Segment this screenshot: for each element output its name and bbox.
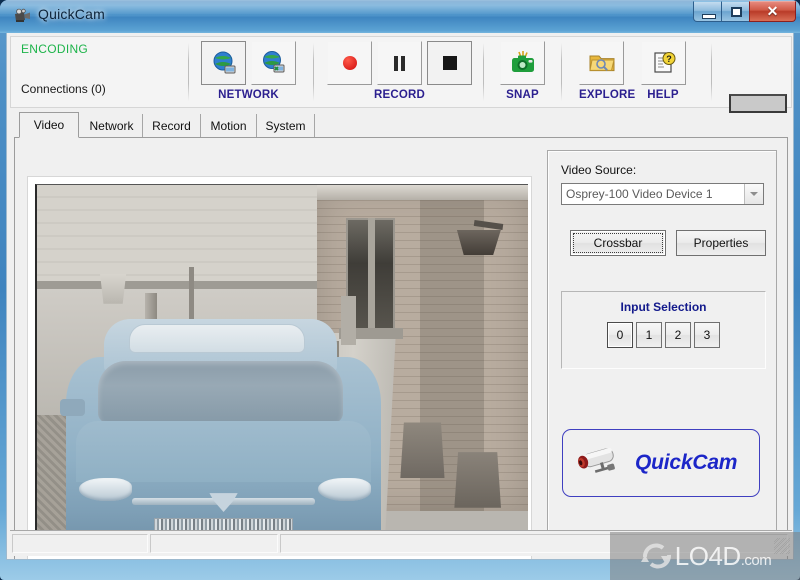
stop-button[interactable] xyxy=(427,41,472,85)
toolbar-group-explore: ? EXPLORE HELP xyxy=(579,41,687,101)
video-source-value: Osprey-100 Video Device 1 xyxy=(566,187,713,201)
tab-network[interactable]: Network xyxy=(81,114,143,138)
camera-icon xyxy=(511,51,534,72)
toolbar-group-snap: SNAP xyxy=(500,41,545,101)
help-document-icon: ? xyxy=(653,52,675,73)
toolbar-label-help: HELP xyxy=(647,89,679,101)
toolbar-separator xyxy=(561,43,562,101)
toolbar-label-record: RECORD xyxy=(373,89,426,101)
video-options-panel: Video Source: Osprey-100 Video Device 1 … xyxy=(547,150,777,546)
toolbar-separator xyxy=(483,43,484,101)
video-preview[interactable] xyxy=(35,184,528,556)
titlebar-glass-highlight xyxy=(0,0,800,14)
network-connect-button[interactable] xyxy=(201,41,246,85)
encoding-status-label: ENCODING xyxy=(21,42,89,56)
status-cell-3 xyxy=(280,534,788,553)
tab-system[interactable]: System xyxy=(257,114,315,138)
properties-button-label: Properties xyxy=(693,236,749,250)
car-in-view xyxy=(60,318,381,556)
application-window: QuickCam ✕ ENCODING Connections (0) NETW… xyxy=(0,0,800,580)
video-tab-panel: Video Source: Osprey-100 Video Device 1 … xyxy=(14,138,788,559)
tab-video[interactable]: Video xyxy=(19,112,79,138)
video-source-select[interactable]: Osprey-100 Video Device 1 xyxy=(561,183,764,205)
record-dot-icon xyxy=(342,56,357,70)
toolbar-label-network: NETWORK xyxy=(218,89,279,101)
input-selection-buttons: 0 1 2 3 xyxy=(562,322,765,348)
folder-icon xyxy=(588,55,615,72)
window-controls: ✕ xyxy=(693,1,796,23)
video-preview-frame xyxy=(28,177,531,559)
pause-button[interactable] xyxy=(377,41,422,85)
input-selection-title: Input Selection xyxy=(620,300,707,314)
input-selection-group: Input Selection 0 1 2 3 xyxy=(561,291,766,369)
maximize-icon xyxy=(731,7,742,17)
toolbar: ENCODING Connections (0) NETWORK RECORD … xyxy=(10,36,792,113)
explore-button[interactable] xyxy=(579,41,624,85)
snap-button[interactable] xyxy=(500,41,545,85)
toolbar-separator xyxy=(188,43,189,101)
stop-square-icon xyxy=(442,56,457,70)
status-cell-2 xyxy=(150,534,278,553)
title-bar[interactable]: QuickCam ✕ xyxy=(0,0,800,33)
toolbar-separator xyxy=(313,43,314,101)
record-button[interactable] xyxy=(327,41,372,85)
blank-toolbar-button[interactable] xyxy=(729,94,787,113)
pause-bars-icon xyxy=(394,55,405,71)
close-icon: ✕ xyxy=(766,3,779,19)
camcorder-icon xyxy=(14,8,32,25)
toolbar-status-block: ENCODING Connections (0) xyxy=(21,42,181,96)
maximize-button[interactable] xyxy=(721,1,750,22)
toolbar-group-network: NETWORK xyxy=(201,41,296,101)
window-title: QuickCam xyxy=(38,6,105,22)
minimize-icon xyxy=(702,14,716,19)
toolbar-label-snap: SNAP xyxy=(506,89,539,101)
crossbar-button[interactable]: Crossbar xyxy=(570,230,666,256)
video-source-label: Video Source: xyxy=(561,163,637,177)
connections-count-label: Connections (0) xyxy=(21,82,106,96)
quickcam-logo-box: QuickCam xyxy=(562,429,760,497)
globe-connect-icon xyxy=(213,51,235,74)
properties-button[interactable]: Properties xyxy=(676,230,766,256)
tab-motion[interactable]: Motion xyxy=(201,114,257,138)
input-button-0[interactable]: 0 xyxy=(607,322,633,348)
client-area: ENCODING Connections (0) NETWORK RECORD … xyxy=(6,33,794,560)
input-button-2[interactable]: 2 xyxy=(665,322,691,348)
quickcam-logo-text: QuickCam xyxy=(635,451,738,474)
chevron-down-icon[interactable] xyxy=(744,184,763,204)
status-bar xyxy=(10,530,792,556)
svg-text:?: ? xyxy=(666,54,672,64)
toolbar-separator xyxy=(711,43,712,101)
tab-record[interactable]: Record xyxy=(143,114,201,138)
resize-grip[interactable] xyxy=(774,538,790,554)
status-cell-1 xyxy=(12,534,148,553)
tab-strip: Video Network Record Motion System xyxy=(14,112,788,138)
close-button[interactable]: ✕ xyxy=(749,1,796,22)
toolbar-label-explore: EXPLORE xyxy=(579,89,636,101)
input-button-1[interactable]: 1 xyxy=(636,322,662,348)
input-button-3[interactable]: 3 xyxy=(694,322,720,348)
security-camera-icon xyxy=(571,441,629,485)
toolbar-group-record: RECORD xyxy=(327,41,472,101)
focus-ring xyxy=(573,233,663,253)
minimize-button[interactable] xyxy=(693,1,722,22)
globe-disconnect-icon xyxy=(262,51,284,73)
network-disconnect-button[interactable] xyxy=(251,41,296,85)
help-button[interactable]: ? xyxy=(641,41,686,85)
